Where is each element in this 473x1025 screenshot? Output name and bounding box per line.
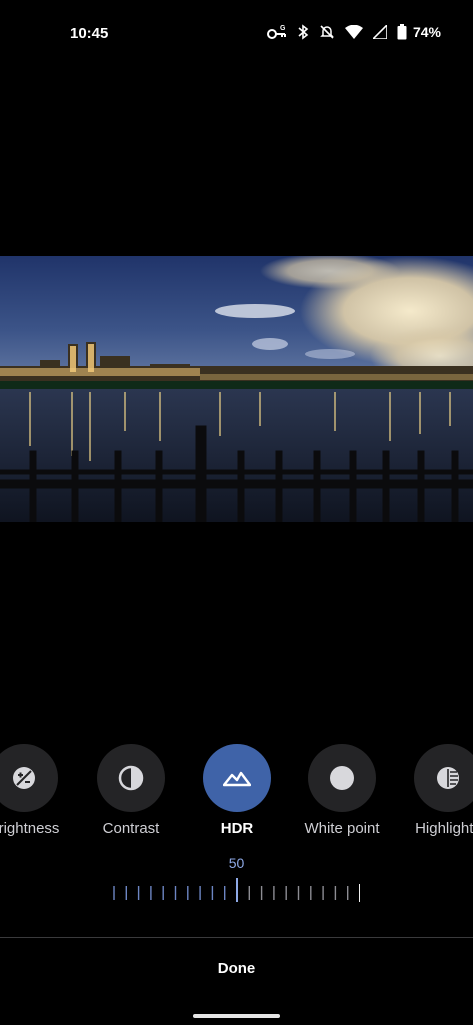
- tool-white-point[interactable]: White point: [287, 744, 397, 837]
- photo-image: [0, 256, 473, 522]
- svg-text:G: G: [280, 25, 286, 32]
- status-icons: G 74%: [266, 24, 441, 40]
- tool-brightness[interactable]: Brightness: [0, 744, 79, 837]
- tool-label: Contrast: [102, 820, 160, 837]
- photo-preview[interactable]: [0, 256, 473, 522]
- tool-highlights[interactable]: Highlights: [393, 744, 473, 837]
- hdr-button[interactable]: [203, 744, 271, 812]
- highlights-button[interactable]: [414, 744, 473, 812]
- clock: 10:45: [70, 25, 109, 42]
- status-bar: 10:45 G 74%: [0, 0, 473, 66]
- tool-label: HDR: [220, 820, 254, 837]
- brightness-button[interactable]: [0, 744, 58, 812]
- tool-label: White point: [304, 820, 380, 837]
- hdr-mountain-icon: [223, 771, 251, 787]
- contrast-button[interactable]: [97, 744, 165, 812]
- slider-value: 50: [228, 855, 245, 871]
- signal-icon: [372, 25, 387, 39]
- white-point-icon: [330, 766, 354, 790]
- bluetooth-icon: [298, 24, 309, 40]
- divider: [0, 937, 473, 938]
- battery-percent: 74%: [412, 24, 441, 40]
- tool-label: Highlights: [415, 820, 473, 837]
- brightness-icon: [13, 767, 35, 789]
- wifi-icon: [344, 25, 363, 39]
- tool-label: Brightness: [0, 820, 60, 837]
- contrast-icon: [118, 765, 144, 791]
- vpn-key-icon: G: [266, 25, 286, 39]
- hdr-slider[interactable]: [112, 876, 360, 904]
- slider-track[interactable]: [112, 876, 360, 904]
- mute-icon: [320, 25, 334, 39]
- white-point-button[interactable]: [308, 744, 376, 812]
- done-button[interactable]: Done: [0, 960, 473, 977]
- tool-contrast[interactable]: Contrast: [76, 744, 186, 837]
- tool-hdr[interactable]: HDR: [182, 744, 292, 837]
- home-indicator[interactable]: [193, 1014, 280, 1018]
- adjustment-tools: Brightness Contrast HDR White point: [0, 744, 473, 844]
- battery-icon: [397, 24, 407, 40]
- highlights-icon: [437, 767, 459, 789]
